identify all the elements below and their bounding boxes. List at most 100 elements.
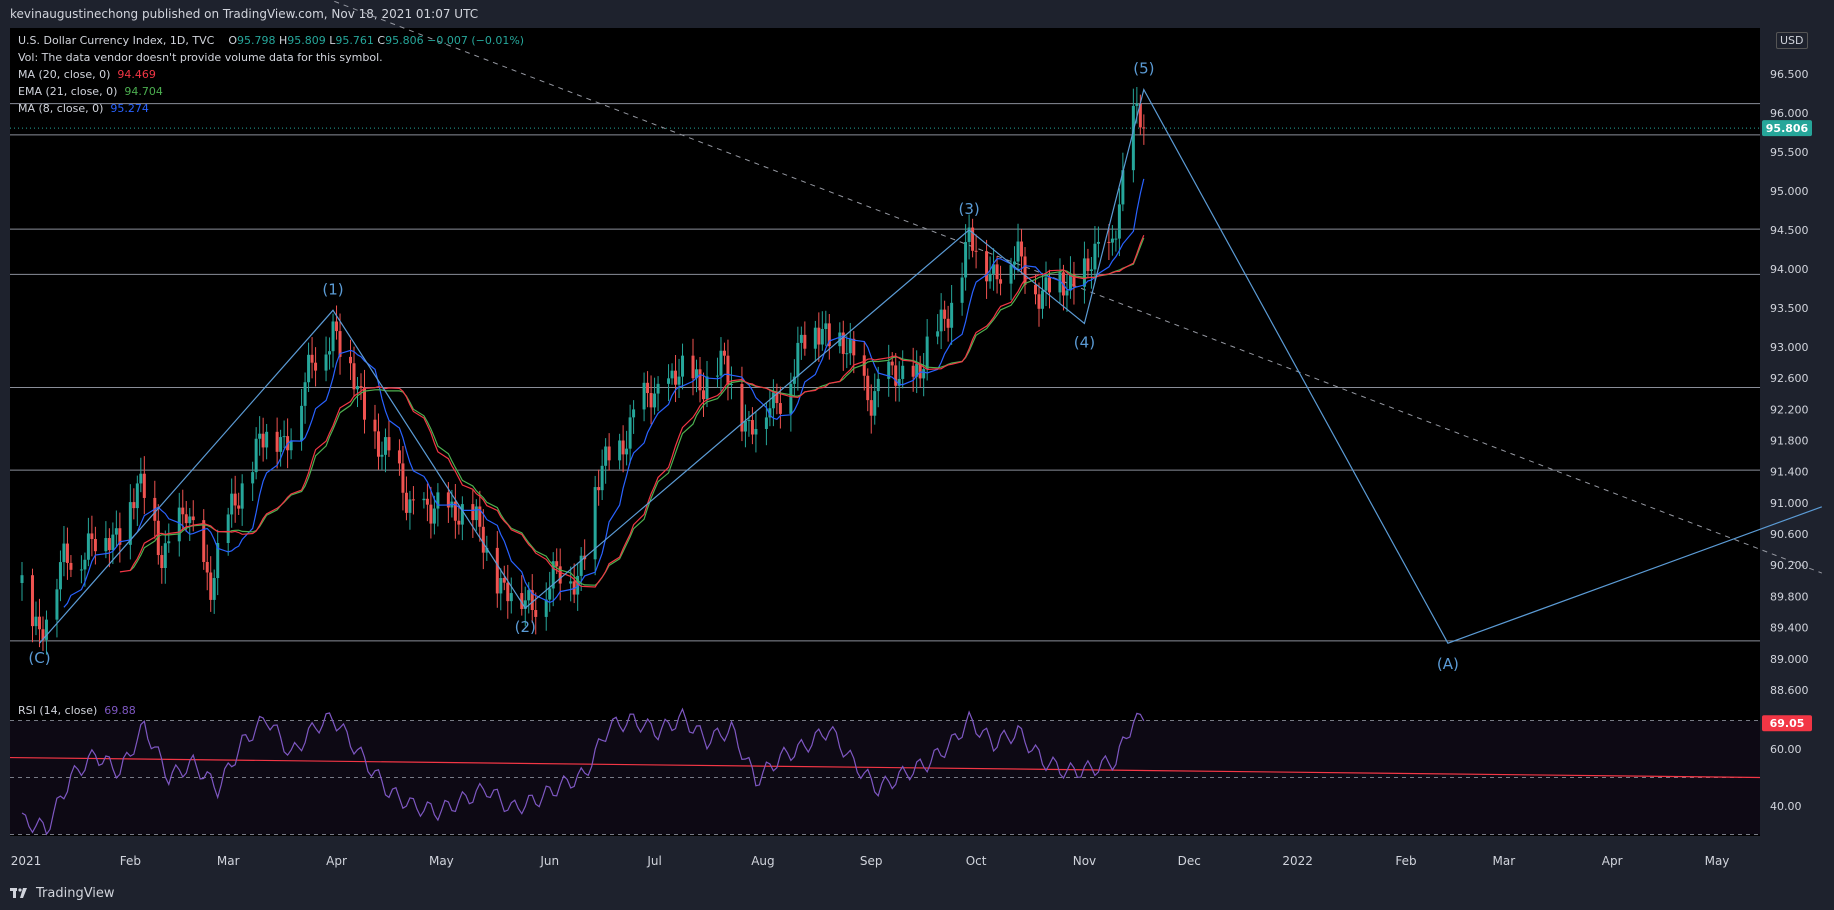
candle [548,571,552,612]
elliott-wave-lines [39,87,1823,644]
candle-body [404,492,408,513]
candle-body [1086,258,1090,271]
horizontal-levels [10,103,1760,642]
candle-body [852,338,856,356]
candle [425,483,429,522]
symbol-legend[interactable]: U.S. Dollar Currency Index, 1D, TVC O95.… [18,32,524,117]
candle-body [960,277,964,303]
candle-body [499,578,503,594]
candle-body [681,355,685,377]
candle-body [93,539,97,552]
candle-body [356,386,360,390]
candle-body [750,420,754,435]
candle-body [282,436,286,438]
candle-body [890,361,894,366]
rsi-tick-label: 60.00 [1770,743,1802,756]
candle-body [600,465,604,491]
candle-body [667,378,671,384]
candle-body [1013,261,1017,265]
candle-body [69,562,73,570]
candle-body [397,450,401,464]
candle [69,555,73,578]
candle-body [328,351,332,355]
candle [1082,241,1086,304]
tradingview-logo[interactable]: TradingView [10,886,115,901]
candle [862,341,866,391]
candle-body [894,365,898,386]
currency-badge[interactable]: USD [1776,32,1808,49]
indicator-ema21[interactable]: EMA (21, close, 0) 94.704 [18,83,524,100]
symbol-row: U.S. Dollar Currency Index, 1D, TVC O95.… [18,32,524,49]
candle-body [918,363,922,379]
brand-name: TradingView [36,886,115,901]
candle [827,314,831,360]
price-tick-label: 93.000 [1770,341,1809,354]
open-value: 95.798 [237,34,276,47]
price-tick-label: 96.500 [1770,68,1809,81]
time-tick-label: Sep [860,854,883,868]
candle-body [719,350,723,376]
candle-body [142,473,146,498]
candle-body [548,588,552,600]
candle [230,478,234,528]
candle-body [111,534,115,551]
candle [681,343,685,390]
candle [373,404,377,449]
candle [128,484,132,560]
candle [925,319,929,381]
candle [422,492,426,509]
price-tick-label: 96.000 [1770,107,1809,120]
chart-canvas[interactable]: (C) (1) (2) (3) (4) (5) (A) 96.500 96.000 95.500… [0,0,1834,880]
candle [887,344,891,397]
indicator-ma8[interactable]: MA (8, close, 0) 95.274 [18,100,524,117]
candle-body [925,336,929,370]
candle-body [324,354,328,371]
price-tick-label: 90.200 [1770,559,1809,572]
candle [677,358,681,398]
wave-label: (2) [515,618,536,636]
time-tick-label: Dec [1178,854,1201,868]
price-tick-label: 95.500 [1770,146,1809,159]
candle-body [604,446,608,466]
rsi-value-badge: 69.05 [1770,717,1805,730]
candle-body [1044,277,1048,291]
candle [387,420,391,457]
candle [86,517,90,567]
price-tick-label: 91.800 [1770,434,1809,447]
candle-body [876,378,880,392]
candle [911,347,915,392]
candle-body [139,473,143,484]
candle [79,555,83,584]
candle-body [104,538,108,552]
candle-body [656,383,660,394]
candle [722,342,726,365]
candle [593,475,597,576]
candle-body [1107,241,1111,243]
candle-body [373,419,377,432]
candle [111,522,115,565]
candle-body [495,547,499,594]
candle [408,490,412,530]
wave-label: (5) [1133,60,1154,78]
candle-body [534,610,538,617]
indicator-value: 95.274 [110,102,149,115]
price-tick-label: 94.500 [1770,224,1809,237]
candle-body [597,487,601,491]
rsi-legend[interactable]: RSI (14, close) 69.88 [18,702,136,719]
indicator-ma20[interactable]: MA (20, close, 0) 94.469 [18,66,524,83]
candle-body [383,437,387,455]
candle-body [380,454,384,457]
candle [205,544,209,591]
candle-body [691,355,695,379]
candle-body [820,329,824,345]
candle-body [621,440,625,455]
candle-body [988,273,992,282]
candle-body [670,370,674,379]
candle [1093,225,1097,282]
candle-body [632,409,636,418]
candle [572,563,576,604]
candle [715,357,719,388]
candle [960,262,964,316]
candle-body [37,616,41,630]
candle-body [411,499,415,501]
